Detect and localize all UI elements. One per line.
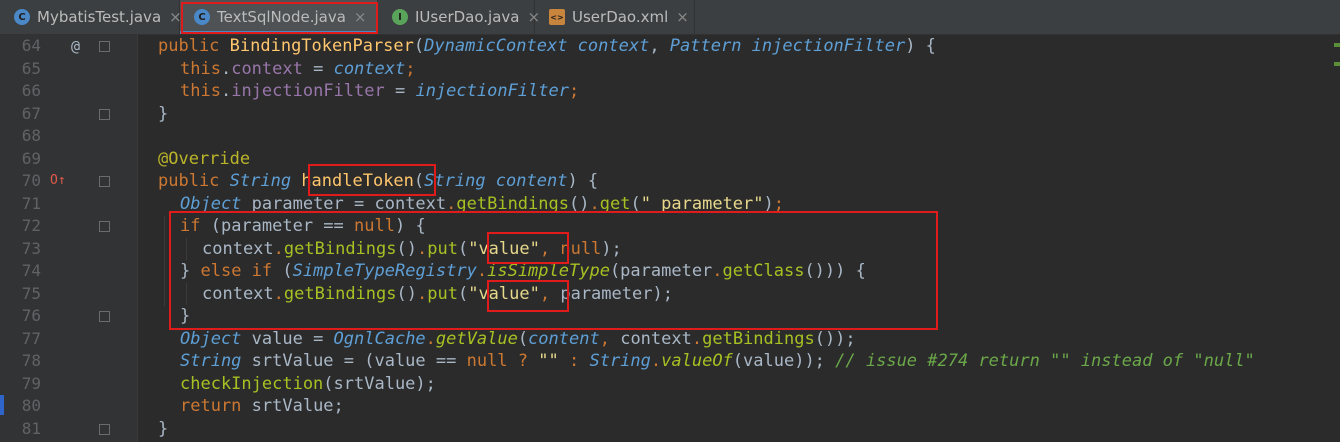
tab-mybatistest[interactable]: C MybatisTest.java × (0, 0, 182, 34)
line-number: 67 (21, 103, 41, 123)
tab-iuserdao[interactable]: I IUserDao.java × (378, 0, 540, 34)
code-line: 65 this.context = context; (0, 58, 1340, 81)
line-number: 72 (21, 216, 41, 235)
line-number: 76 (21, 306, 41, 325)
line-number: 70 (21, 171, 41, 190)
fold-marker[interactable] (99, 176, 110, 187)
interface-icon: I (392, 9, 408, 25)
code-text: return srtValue; (180, 396, 344, 416)
code-text: checkInjection(srtValue); (180, 373, 436, 394)
override-method-icon[interactable]: O↑ (50, 170, 66, 193)
line-number: 78 (21, 351, 41, 370)
code-line: 68 (0, 125, 1340, 148)
code-text: String srtValue = (value == null ? "" : … (180, 351, 1255, 371)
code-line: 66 this.injectionFilter = injectionFilte… (0, 80, 1340, 103)
code-line: 69 @Override (0, 148, 1340, 171)
line-number: 66 (21, 81, 41, 100)
at-annotation-icon[interactable]: @ (71, 35, 80, 58)
code-line: 70 O↑ public String handleToken(String c… (0, 170, 1340, 193)
tab-label: MybatisTest.java (37, 8, 162, 26)
highlight-box-if-block (169, 211, 938, 330)
line-number: 75 (21, 283, 41, 303)
highlight-box-value-2 (487, 280, 569, 312)
line-number: 81 (21, 418, 41, 438)
code-line: 78 String srtValue = (value == null ? ""… (0, 350, 1340, 373)
tab-userdao-xml[interactable]: <> UserDao.xml × (535, 0, 695, 34)
highlight-box-value-1 (487, 232, 569, 264)
code-line: 80 return srtValue; (0, 395, 1340, 418)
code-line: 64 @ public BindingTokenParser(DynamicCo… (0, 35, 1340, 58)
fold-marker[interactable] (99, 311, 110, 322)
line-number: 68 (21, 126, 41, 145)
fold-marker[interactable] (99, 221, 110, 232)
xml-file-icon: <> (549, 9, 565, 25)
fold-marker[interactable] (99, 423, 110, 435)
tab-label: IUserDao.java (415, 8, 520, 26)
line-number: 79 (21, 373, 41, 393)
highlight-box-active-tab (181, 2, 378, 34)
code-line: 79 checkInjection(srtValue); (0, 373, 1340, 396)
fold-marker[interactable] (99, 41, 110, 52)
code-line: 77 Object value = OgnlCache.getValue(con… (0, 328, 1340, 351)
close-icon[interactable]: × (676, 8, 689, 26)
code-text: } (158, 103, 169, 124)
line-number: 77 (21, 328, 41, 348)
code-line: 81 } (0, 418, 1340, 441)
tab-label: UserDao.xml (572, 8, 669, 26)
code-text: @Override (158, 148, 251, 169)
line-number: 80 (21, 396, 41, 415)
line-number: 71 (21, 193, 41, 213)
line-number: 64 (21, 36, 41, 55)
line-number: 65 (21, 58, 41, 78)
code-text: Object value = OgnlCache.getValue(conten… (180, 328, 856, 349)
code-text: this.context = context; (180, 58, 416, 79)
line-number: 74 (21, 261, 41, 280)
code-text: public BindingTokenParser(DynamicContext… (158, 36, 936, 56)
code-text: } (158, 418, 169, 439)
class-icon: C (14, 9, 30, 25)
code-line: 67 } (0, 103, 1340, 126)
code-text: this.injectionFilter = injectionFilter; (180, 81, 580, 101)
fold-marker[interactable] (99, 108, 110, 120)
highlight-box-handletoken (308, 164, 436, 196)
line-number: 73 (21, 238, 41, 258)
line-number: 69 (21, 148, 41, 168)
